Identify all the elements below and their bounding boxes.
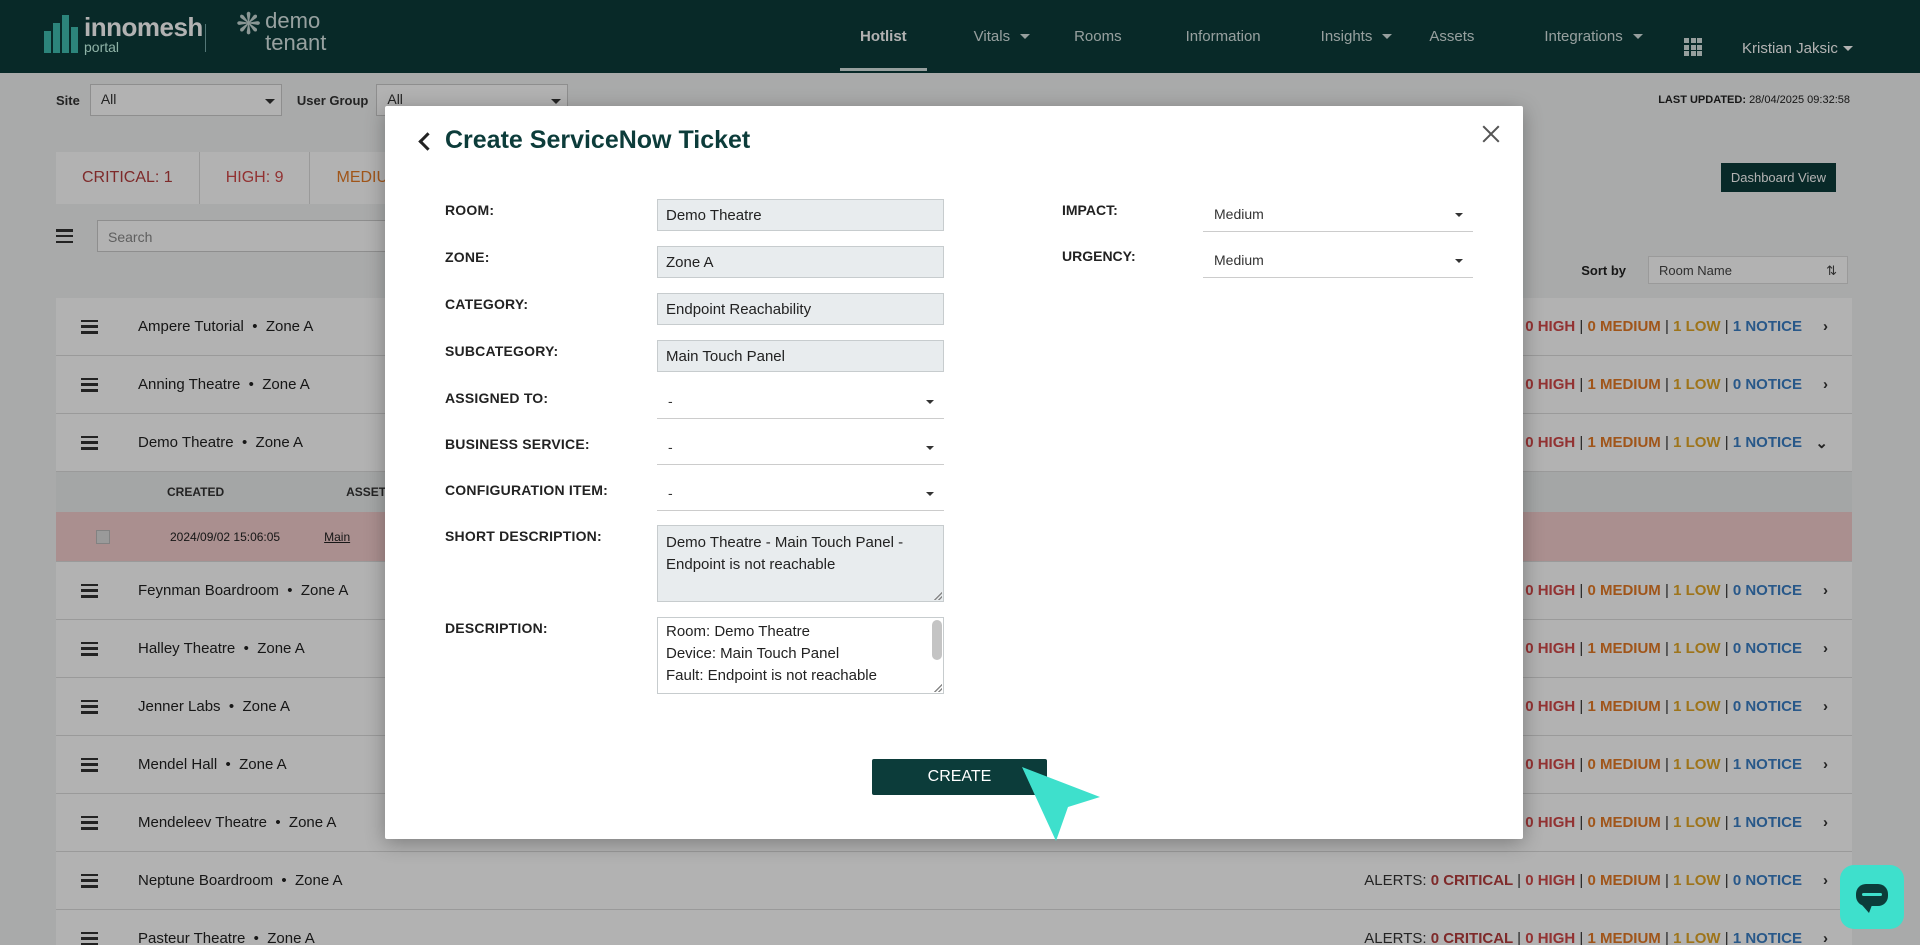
zone-field[interactable]: Zone A: [657, 246, 944, 278]
configuration-item-select[interactable]: -: [657, 477, 944, 511]
room-field[interactable]: Demo Theatre: [657, 199, 944, 231]
close-icon[interactable]: [1477, 120, 1505, 148]
impact-select[interactable]: Medium: [1203, 198, 1473, 232]
chat-icon: [1856, 884, 1888, 913]
subcategory-label: SUBCATEGORY:: [445, 343, 559, 359]
chat-launcher-button[interactable]: [1840, 865, 1904, 929]
chevron-down-icon: [1455, 213, 1463, 217]
modal-title: Create ServiceNow Ticket: [445, 126, 751, 154]
short-description-field[interactable]: Demo Theatre - Main Touch Panel - Endpoi…: [657, 525, 944, 602]
chevron-down-icon: [926, 492, 934, 496]
back-arrow-icon[interactable]: [413, 128, 439, 154]
cursor-arrow-icon: [1022, 767, 1100, 841]
room-label: ROOM:: [445, 202, 495, 218]
impact-label: IMPACT:: [1062, 202, 1118, 218]
create-ticket-modal: Create ServiceNow Ticket ROOM: Demo Thea…: [385, 106, 1523, 839]
business-service-label: BUSINESS SERVICE:: [445, 436, 590, 452]
subcategory-field[interactable]: Main Touch Panel: [657, 340, 944, 372]
resize-handle-icon[interactable]: [934, 684, 942, 692]
assigned-to-select[interactable]: -: [657, 385, 944, 419]
description-scrollbar[interactable]: [932, 620, 942, 660]
description-field[interactable]: Room: Demo Theatre Device: Main Touch Pa…: [657, 617, 944, 694]
urgency-label: URGENCY:: [1062, 248, 1136, 264]
zone-label: ZONE:: [445, 249, 490, 265]
business-service-select[interactable]: -: [657, 431, 944, 465]
resize-handle-icon[interactable]: [934, 592, 942, 600]
category-field[interactable]: Endpoint Reachability: [657, 293, 944, 325]
configuration-item-label: CONFIGURATION ITEM:: [445, 482, 608, 498]
urgency-select[interactable]: Medium: [1203, 244, 1473, 278]
chevron-down-icon: [926, 446, 934, 450]
chevron-down-icon: [1455, 259, 1463, 263]
description-label: DESCRIPTION:: [445, 620, 548, 636]
chevron-down-icon: [926, 400, 934, 404]
assigned-to-label: ASSIGNED TO:: [445, 390, 549, 406]
category-label: CATEGORY:: [445, 296, 529, 312]
short-description-label: SHORT DESCRIPTION:: [445, 528, 602, 544]
